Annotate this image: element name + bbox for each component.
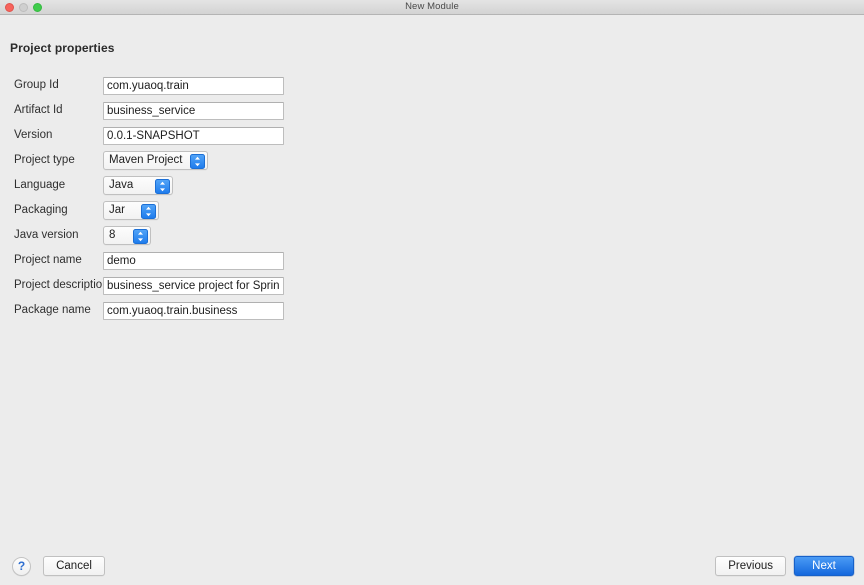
field-project-type-wrap: Maven Project bbox=[103, 151, 864, 170]
artifact-id-input[interactable] bbox=[103, 101, 284, 120]
java-version-value: 8 bbox=[109, 229, 116, 241]
java-version-select[interactable]: 8 bbox=[103, 226, 151, 245]
field-artifact-id-wrap bbox=[103, 101, 864, 120]
label-artifact-id: Artifact Id bbox=[14, 103, 63, 116]
project-type-select[interactable]: Maven Project bbox=[103, 151, 208, 170]
minimize-window-button[interactable] bbox=[19, 2, 28, 12]
label-language: Language bbox=[14, 178, 66, 191]
dialog-content: Project properties Group Id Artifact Id … bbox=[0, 15, 864, 585]
label-project-type: Project type bbox=[14, 153, 75, 166]
project-description-input[interactable] bbox=[103, 276, 284, 295]
help-icon[interactable]: ? bbox=[12, 556, 31, 576]
form-row-java-version: Java version 8 bbox=[0, 223, 864, 248]
packaging-value: Jar bbox=[109, 204, 125, 216]
label-package-name: Package name bbox=[14, 303, 91, 316]
updown-chevron-icon[interactable] bbox=[141, 204, 156, 219]
field-version-wrap bbox=[103, 126, 864, 145]
close-window-button[interactable] bbox=[5, 2, 14, 12]
version-input[interactable] bbox=[103, 126, 284, 145]
next-button[interactable]: Next bbox=[794, 556, 854, 576]
new-module-window: New Module Project properties Group Id A… bbox=[0, 0, 864, 585]
language-select[interactable]: Java bbox=[103, 176, 173, 195]
field-language-wrap: Java bbox=[103, 176, 864, 195]
cancel-button[interactable]: Cancel bbox=[43, 556, 105, 576]
footer-left-group: ? Cancel bbox=[12, 556, 105, 576]
packaging-select[interactable]: Jar bbox=[103, 201, 159, 220]
form-row-project-type: Project type Maven Project bbox=[0, 148, 864, 173]
form-row-project-name: Project name bbox=[0, 248, 864, 273]
field-project-name-wrap bbox=[103, 251, 864, 270]
project-properties-form: Group Id Artifact Id Version bbox=[0, 73, 864, 323]
updown-chevron-icon[interactable] bbox=[190, 154, 205, 169]
dialog-footer: ? Cancel Previous Next bbox=[0, 547, 864, 585]
form-row-package-name: Package name bbox=[0, 298, 864, 323]
traffic-light-group bbox=[5, 0, 42, 14]
project-type-value: Maven Project bbox=[109, 154, 183, 166]
form-row-project-description: Project description bbox=[0, 273, 864, 298]
form-row-version: Version bbox=[0, 123, 864, 148]
zoom-window-button[interactable] bbox=[33, 2, 42, 12]
updown-chevron-icon[interactable] bbox=[155, 179, 170, 194]
field-group-id-wrap bbox=[103, 76, 864, 95]
label-java-version: Java version bbox=[14, 228, 79, 241]
footer-right-group: Previous Next bbox=[715, 556, 854, 576]
form-row-language: Language Java bbox=[0, 173, 864, 198]
language-value: Java bbox=[109, 179, 134, 191]
package-name-input[interactable] bbox=[103, 301, 284, 320]
window-title: New Module bbox=[405, 1, 459, 13]
label-packaging: Packaging bbox=[14, 203, 68, 216]
group-id-input[interactable] bbox=[103, 76, 284, 95]
field-java-version-wrap: 8 bbox=[103, 226, 864, 245]
form-row-group-id: Group Id bbox=[0, 73, 864, 98]
label-project-name: Project name bbox=[14, 253, 82, 266]
form-row-packaging: Packaging Jar bbox=[0, 198, 864, 223]
label-version: Version bbox=[14, 128, 53, 141]
window-titlebar: New Module bbox=[0, 0, 864, 15]
previous-button[interactable]: Previous bbox=[715, 556, 786, 576]
updown-chevron-icon[interactable] bbox=[133, 229, 148, 244]
field-package-name-wrap bbox=[103, 301, 864, 320]
label-group-id: Group Id bbox=[14, 78, 59, 91]
field-project-description-wrap bbox=[103, 276, 864, 295]
project-name-input[interactable] bbox=[103, 251, 284, 270]
field-packaging-wrap: Jar bbox=[103, 201, 864, 220]
label-project-description: Project description bbox=[14, 278, 109, 291]
form-row-artifact-id: Artifact Id bbox=[0, 98, 864, 123]
page-title: Project properties bbox=[10, 41, 115, 55]
